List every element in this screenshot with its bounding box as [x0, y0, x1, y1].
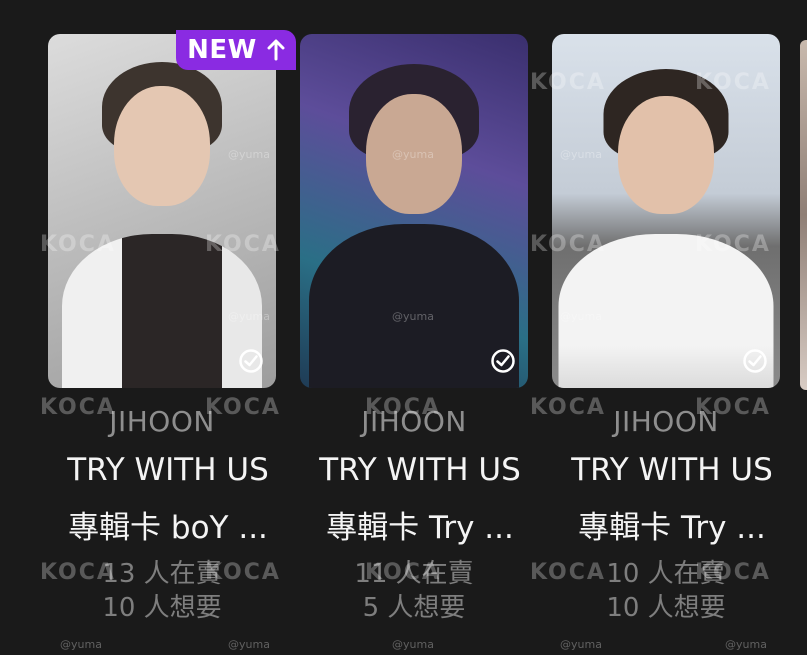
photocard-image[interactable]: [48, 34, 276, 388]
photocard-item[interactable]: NEW JIHOON TRY WITH US 專輯卡 boY ... 13 人在…: [48, 0, 296, 655]
next-card-edge[interactable]: [800, 40, 807, 390]
watermark-logo: KOCA: [530, 232, 606, 257]
watermark-logo: KOCA: [695, 70, 771, 95]
watermark-handle: @yuma: [392, 310, 434, 323]
watermark-logo: KOCA: [40, 560, 116, 585]
check-circle-icon: [239, 349, 263, 373]
watermark-logo: KOCA: [365, 395, 441, 420]
card-title-line1[interactable]: TRY WITH US: [300, 452, 540, 488]
watermark-logo: KOCA: [205, 560, 281, 585]
check-circle-icon: [491, 349, 515, 373]
watermark-handle: @yuma: [228, 638, 270, 651]
watermark-handle: @yuma: [392, 638, 434, 651]
photocard-item[interactable]: JIHOON TRY WITH US 專輯卡 Try ... 11 人在賣 5 …: [300, 0, 540, 655]
watermark-logo: KOCA: [530, 560, 606, 585]
watermark-logo: KOCA: [205, 395, 281, 420]
wanted-count: 5 人想要: [362, 593, 466, 623]
card-title-line1[interactable]: TRY WITH US: [48, 452, 288, 488]
watermark-logo: KOCA: [695, 560, 771, 585]
watermark-handle: @yuma: [60, 638, 102, 651]
watermark-logo: KOCA: [205, 232, 281, 257]
watermark-logo: KOCA: [530, 70, 606, 95]
card-title-line2[interactable]: 專輯卡 Try ...: [300, 502, 540, 547]
photocard-item[interactable]: JIHOON TRY WITH US 專輯卡 Try ... 10 人在賣 10…: [552, 0, 792, 655]
watermark-handle: @yuma: [228, 148, 270, 161]
arrow-up-icon: [267, 39, 285, 61]
new-badge: NEW: [176, 30, 296, 70]
watermark-logo: KOCA: [695, 232, 771, 257]
watermark-handle: @yuma: [560, 148, 602, 161]
watermark-logo: KOCA: [40, 232, 116, 257]
watermark-handle: @yuma: [392, 148, 434, 161]
watermark-logo: KOCA: [40, 395, 116, 420]
card-title-line2[interactable]: 專輯卡 boY ...: [48, 502, 288, 547]
watermark-handle: @yuma: [560, 310, 602, 323]
check-circle-icon: [743, 349, 767, 373]
card-title-line2[interactable]: 專輯卡 Try ...: [552, 502, 792, 547]
wanted-count: 10 人想要: [102, 593, 222, 623]
watermark-logo: KOCA: [530, 395, 606, 420]
wanted-count: 10 人想要: [606, 593, 726, 623]
watermark-handle: @yuma: [725, 638, 767, 651]
card-title-line1[interactable]: TRY WITH US: [552, 452, 792, 488]
watermark-logo: KOCA: [365, 560, 441, 585]
watermark-handle: @yuma: [560, 638, 602, 651]
new-badge-label: NEW: [187, 35, 257, 65]
photocard-image[interactable]: [300, 34, 528, 388]
watermark-logo: KOCA: [695, 395, 771, 420]
watermark-handle: @yuma: [228, 310, 270, 323]
